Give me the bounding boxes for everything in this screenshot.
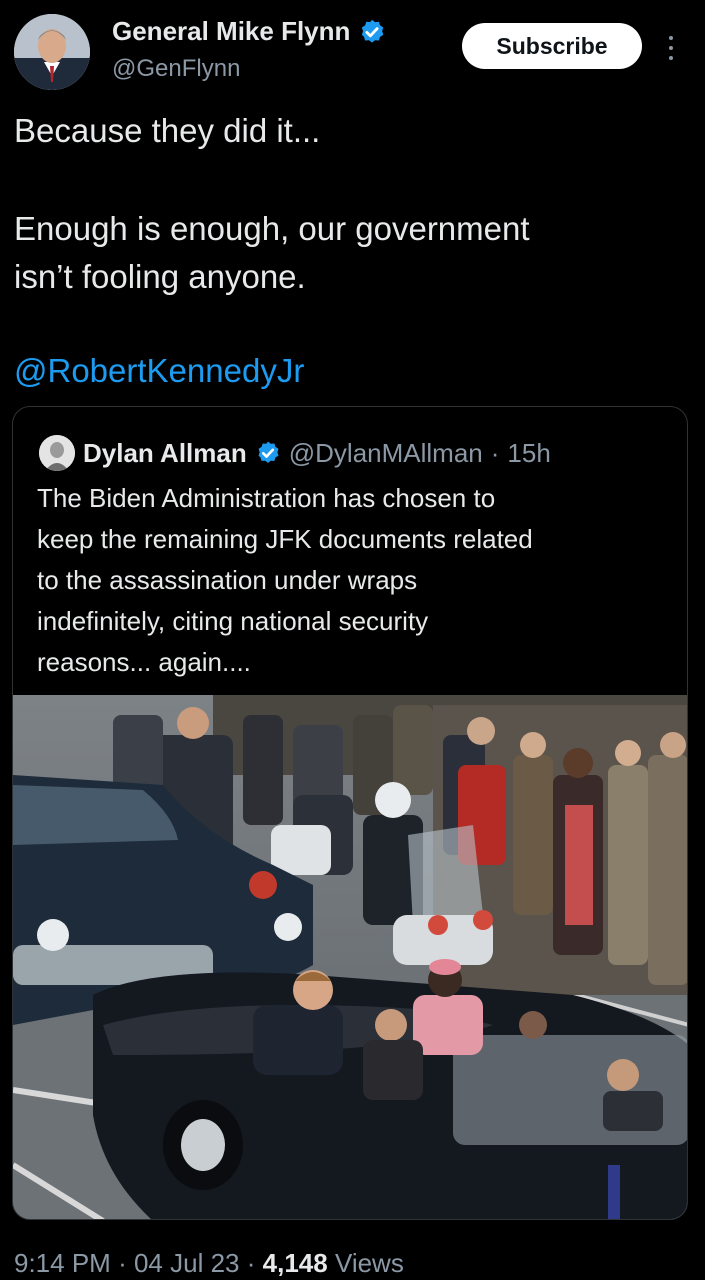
tweet-meta: 9:14 PM · 04 Jul 23 · 4,148 Views [14, 1248, 404, 1279]
tweet-date: 04 Jul 23 [133, 1248, 240, 1278]
quote-author-handle: @DylanMAllman [288, 437, 483, 468]
quote-text-line: The Biden Administration has chosen to [37, 483, 496, 513]
verified-badge-icon [362, 19, 384, 43]
quote-timestamp: 15h [507, 437, 551, 468]
tweet-text-line: Because they did it... [14, 112, 321, 149]
meta-separator: · [118, 1248, 127, 1278]
verified-badge-icon [258, 441, 279, 463]
views-count[interactable]: 4,148 [263, 1248, 328, 1278]
quote-author-name: Dylan Allman [83, 437, 247, 468]
author-handle[interactable]: @GenFlynn [112, 55, 240, 83]
more-vertical-icon[interactable] [663, 30, 679, 66]
tweet-detail-screen: General Mike Flynn @GenFlynn Subscribe B… [0, 0, 705, 1280]
tweet-time: 9:14 PM [14, 1248, 111, 1278]
quote-media-image[interactable] [13, 695, 687, 1219]
author-name[interactable]: General Mike Flynn [112, 16, 350, 47]
quote-header: Dylan Allman @DylanMAllman · 15h [83, 435, 551, 471]
quote-text-line: to the assassination under wraps [37, 565, 418, 595]
meta-separator: · [246, 1248, 256, 1278]
views-label: Views [334, 1248, 404, 1278]
quote-text-line: indefinitely, citing national security [37, 606, 429, 636]
tweet-text-line: isn’t fooling anyone. [14, 258, 306, 295]
subscribe-button[interactable]: Subscribe [462, 23, 642, 69]
mention-link[interactable]: @RobertKennedyJr [14, 350, 304, 392]
author-avatar[interactable] [14, 14, 90, 90]
quote-text-line: keep the remaining JFK documents related [37, 524, 533, 554]
tweet-text-line: Enough is enough, our government [14, 210, 530, 247]
quote-text-line: reasons... again.... [37, 647, 251, 677]
quote-author-avatar [39, 435, 75, 471]
author-name-row[interactable]: General Mike Flynn [112, 16, 386, 47]
quoted-tweet-card[interactable]: Dylan Allman @DylanMAllman · 15h The Bid… [12, 406, 688, 1220]
motorcade-photo [13, 695, 687, 1219]
quote-separator: · [490, 437, 500, 468]
